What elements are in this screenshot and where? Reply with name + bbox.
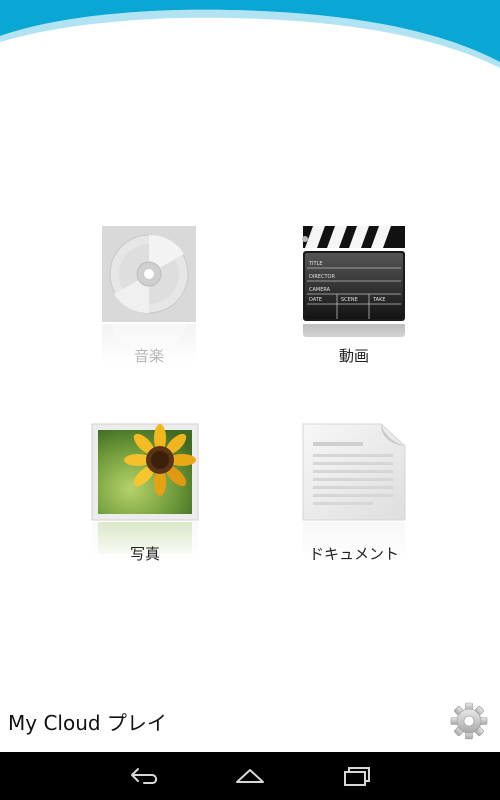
home-button[interactable] bbox=[230, 761, 270, 791]
settings-button[interactable] bbox=[448, 700, 490, 742]
clapper-row-camera: CAMERA bbox=[309, 287, 331, 293]
document-icon bbox=[289, 422, 419, 522]
music-tile[interactable]: 音楽 bbox=[84, 224, 214, 374]
document-tile-label: ドキュメント bbox=[308, 545, 399, 563]
gear-icon bbox=[450, 702, 488, 740]
recents-button[interactable] bbox=[336, 761, 376, 791]
recents-icon bbox=[344, 767, 370, 786]
screen: 音楽 TITLE DIRECTOR CAMERA DATE SCENE TAKE… bbox=[0, 0, 500, 800]
music-tile-label: 音楽 bbox=[133, 347, 164, 365]
header-wave-decoration bbox=[0, 0, 500, 69]
video-tile[interactable]: TITLE DIRECTOR CAMERA DATE SCENE TAKE 動画 bbox=[289, 224, 419, 374]
cd-disc-icon bbox=[84, 224, 214, 324]
back-icon bbox=[131, 768, 158, 784]
clapper-row-director: DIRECTOR bbox=[309, 274, 335, 280]
video-tile-label: 動画 bbox=[338, 347, 369, 365]
clapper-col-scene: SCENE bbox=[341, 297, 358, 303]
document-tile[interactable]: ドキュメント bbox=[289, 422, 419, 572]
system-nav-bar bbox=[0, 752, 500, 800]
photo-tile-label: 写真 bbox=[129, 545, 160, 563]
photo-tile[interactable]: 写真 bbox=[80, 422, 210, 572]
clapperboard-icon: TITLE DIRECTOR CAMERA DATE SCENE TAKE bbox=[289, 224, 419, 324]
app-title: My Cloud プレイ bbox=[8, 711, 167, 735]
clapper-col-take: TAKE bbox=[372, 297, 386, 303]
clapper-row-title: TITLE bbox=[308, 261, 323, 267]
back-button[interactable] bbox=[124, 761, 164, 791]
sunflower-photo-icon bbox=[80, 422, 210, 522]
clapper-col-date: DATE bbox=[309, 297, 322, 303]
home-icon bbox=[236, 769, 264, 783]
